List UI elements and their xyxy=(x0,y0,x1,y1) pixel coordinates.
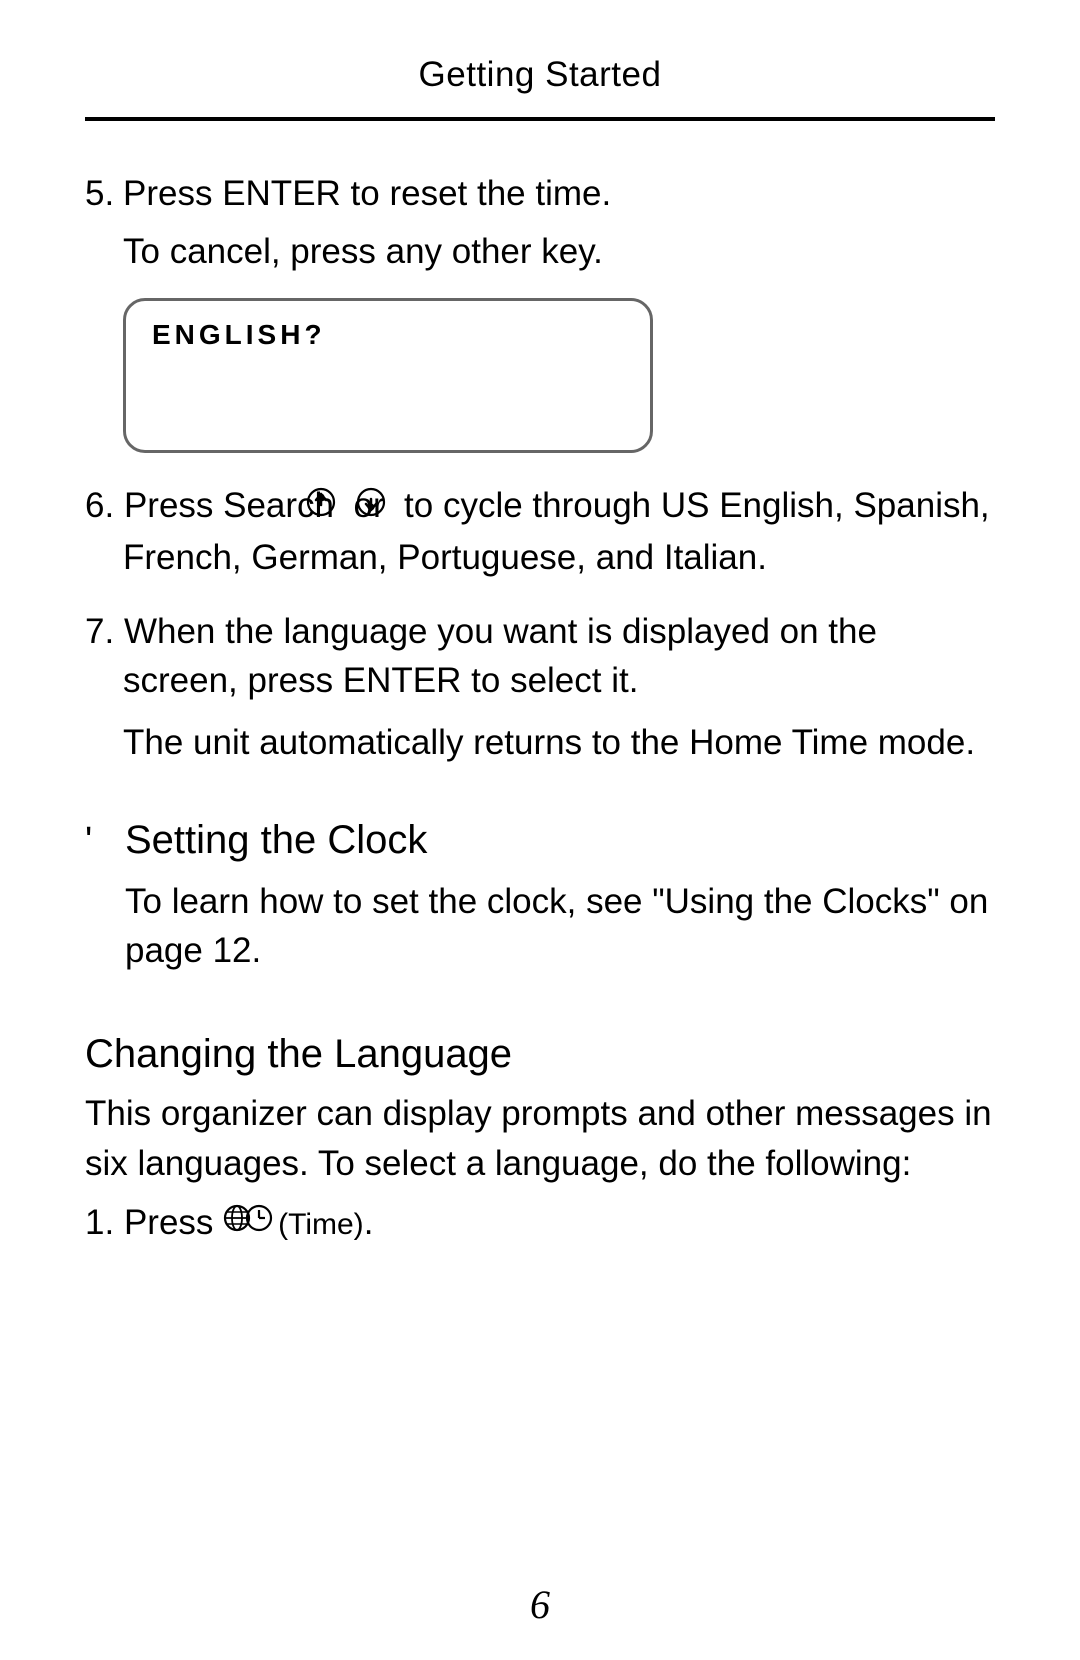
page-header: Getting Started xyxy=(85,55,995,121)
step-number: 5. xyxy=(85,169,123,219)
step-number: 6. xyxy=(85,486,114,525)
lcd-screen-box: ENGLISH? xyxy=(123,298,653,453)
step-7-note: The unit automatically returns to the Ho… xyxy=(85,718,995,768)
setting-clock-body: To learn how to set the clock, see "Usin… xyxy=(85,877,995,976)
step-7-text: When the language you want is displayed … xyxy=(123,612,877,701)
step-number: 7. xyxy=(85,612,114,651)
step-5: 5.Press ENTER to reset the time. xyxy=(85,169,995,219)
step1-pre: Press xyxy=(124,1203,223,1242)
page-number: 6 xyxy=(0,1581,1080,1628)
step-7: 7. When the language you want is display… xyxy=(85,607,995,706)
step1-post: . xyxy=(364,1203,374,1242)
changing-language-step-1: 1. Press (Time). xyxy=(85,1198,995,1250)
setting-clock-heading: Setting the Clock xyxy=(125,818,427,862)
step-number: 1. xyxy=(85,1203,114,1242)
step-5-line2: To cancel, press any other key. xyxy=(85,227,995,277)
setting-clock-heading-row: 'Setting the Clock xyxy=(85,818,995,863)
step-6: 6. Press Search or to cycle through US E… xyxy=(85,481,995,582)
bullet-mark: ' xyxy=(85,820,125,863)
time-label: (Time) xyxy=(278,1208,364,1241)
lcd-text: ENGLISH? xyxy=(152,319,326,350)
changing-language-heading: Changing the Language xyxy=(85,1032,995,1077)
changing-language-body: This organizer can display prompts and o… xyxy=(85,1089,995,1188)
globe-clock-icon xyxy=(223,1198,278,1248)
step-text: Press ENTER to reset the time. xyxy=(123,174,611,213)
